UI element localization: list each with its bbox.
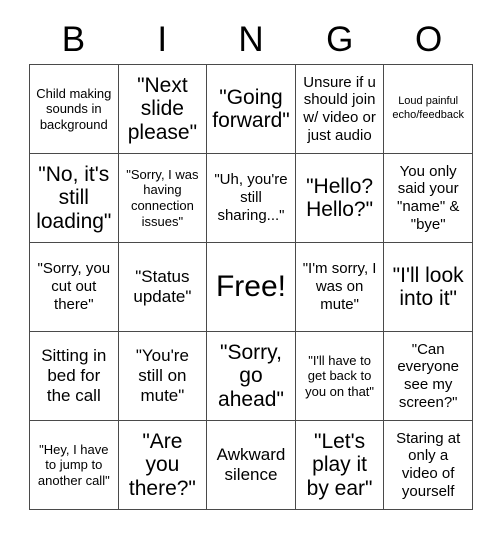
bingo-cell-label: "Going forward"	[212, 85, 290, 132]
bingo-header-letter-o: O	[414, 19, 443, 59]
bingo-cell[interactable]: "Status update"	[118, 243, 208, 332]
bingo-row: Sitting in bed for the call "You're stil…	[30, 332, 473, 421]
bingo-header-letter-n: N	[238, 19, 264, 59]
bingo-cell-label: "Status update"	[133, 267, 192, 306]
bingo-cell[interactable]: "Are you there?"	[118, 421, 208, 510]
bingo-cell-label: Loud painful echo/feedback	[392, 95, 464, 121]
bingo-row: "No, it's still loading" "Sorry, I was h…	[30, 154, 473, 243]
bingo-cell[interactable]: "Uh, you're still sharing..."	[207, 154, 296, 243]
bingo-cell-label: "Can everyone see my screen?"	[397, 340, 460, 411]
bingo-cell-label: "Sorry, go ahead"	[218, 341, 284, 411]
bingo-cell[interactable]: Sitting in bed for the call	[30, 332, 119, 421]
bingo-cell-label: "No, it's still loading"	[36, 163, 112, 233]
bingo-cell-label: Awkward silence	[216, 445, 286, 484]
bingo-cell-label: "Let's play it by ear"	[306, 430, 373, 500]
bingo-cell-label: "Are you there?"	[128, 430, 196, 500]
bingo-cell-label: "You're still on mute"	[135, 346, 189, 405]
bingo-header-letter-g: G	[326, 19, 354, 59]
bingo-card: B I N G O Child making sounds in backgro…	[29, 14, 473, 510]
bingo-cell-label: "I'll look into it"	[392, 263, 464, 310]
bingo-cell-label: "Uh, you're still sharing..."	[214, 171, 288, 224]
bingo-cell-label: "I'm sorry, I was on mute"	[302, 260, 377, 313]
bingo-row: "Hey, I have to jump to another call" "A…	[30, 421, 473, 510]
bingo-cell[interactable]: "Hey, I have to jump to another call"	[30, 421, 119, 510]
bingo-cell[interactable]: Awkward silence	[207, 421, 296, 510]
bingo-header-letter-i: I	[157, 19, 168, 59]
bingo-cell[interactable]: "I'll have to get back to you on that"	[295, 332, 385, 421]
bingo-header: B I N G O	[29, 14, 473, 64]
bingo-cell-label: "Hey, I have to jump to another call"	[37, 441, 110, 488]
bingo-cell[interactable]: You only said your "name" & "bye"	[384, 154, 473, 243]
bingo-cell[interactable]: "I'll look into it"	[384, 243, 473, 332]
bingo-cell-label: "Sorry, I was having connection issues"	[126, 166, 199, 229]
bingo-cell-label: Child making sounds in background	[36, 85, 112, 132]
bingo-cell[interactable]: "Going forward"	[207, 65, 296, 154]
bingo-cell-label: "Hello? Hello?"	[306, 174, 374, 221]
bingo-row: "Sorry, you cut out there" "Status updat…	[30, 243, 473, 332]
bingo-cell-free-space[interactable]: Free!	[207, 243, 296, 332]
bingo-cell[interactable]: "Next slide please"	[118, 65, 208, 154]
bingo-cell[interactable]: "I'm sorry, I was on mute"	[295, 243, 385, 332]
bingo-cell-label: "I'll have to get back to you on that"	[305, 352, 375, 399]
bingo-cell[interactable]: "Sorry, I was having connection issues"	[118, 154, 208, 243]
bingo-cell[interactable]: "Sorry, go ahead"	[207, 332, 296, 421]
bingo-cell[interactable]: "Can everyone see my screen?"	[384, 332, 473, 421]
bingo-cell[interactable]: "Hello? Hello?"	[295, 154, 385, 243]
bingo-cell[interactable]: Child making sounds in background	[30, 65, 119, 154]
bingo-cell[interactable]: "Let's play it by ear"	[295, 421, 385, 510]
bingo-cell-label: "Next slide please"	[127, 74, 198, 144]
bingo-cell-label: Unsure if u should join w/ video or just…	[303, 73, 376, 144]
bingo-cell[interactable]: Staring at only a video of yourself	[384, 421, 473, 510]
bingo-cell[interactable]: "No, it's still loading"	[30, 154, 119, 243]
bingo-header-letter-b: B	[61, 19, 86, 59]
bingo-cell[interactable]: Unsure if u should join w/ video or just…	[295, 65, 385, 154]
bingo-free-space-label: Free!	[215, 270, 286, 304]
bingo-row: Child making sounds in background "Next …	[30, 65, 473, 154]
bingo-cell-label: Staring at only a video of yourself	[396, 429, 461, 500]
bingo-cell-label: "Sorry, you cut out there"	[37, 260, 111, 313]
bingo-grid: Child making sounds in background "Next …	[29, 64, 473, 510]
bingo-cell-label: Sitting in bed for the call	[41, 346, 107, 405]
bingo-cell[interactable]: "Sorry, you cut out there"	[30, 243, 119, 332]
bingo-cell[interactable]: Loud painful echo/feedback	[384, 65, 473, 154]
bingo-cell[interactable]: "You're still on mute"	[118, 332, 208, 421]
bingo-cell-label: You only said your "name" & "bye"	[397, 162, 460, 233]
